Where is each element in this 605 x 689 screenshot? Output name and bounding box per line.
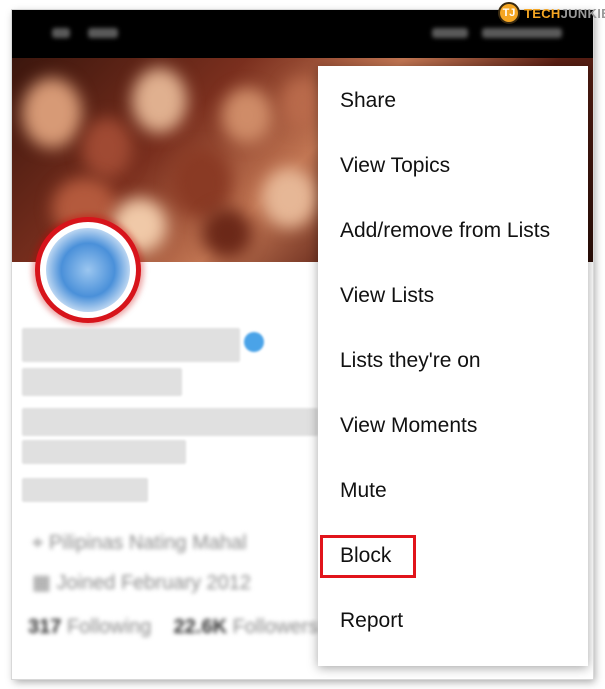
block-highlight xyxy=(320,535,416,578)
followers-count[interactable]: 22.6K xyxy=(174,616,227,638)
bio-line-blurred xyxy=(22,440,186,464)
menu-item-view-moments[interactable]: View Moments xyxy=(318,393,588,458)
handle-blurred xyxy=(22,368,182,396)
menu-item-report[interactable]: Report xyxy=(318,588,588,653)
location-icon: ⌖ xyxy=(32,532,44,554)
joined-text: Joined February 2012 xyxy=(56,572,252,594)
wifi-icon xyxy=(88,28,118,38)
menu-item-lists-theyre-on[interactable]: Lists they're on xyxy=(318,328,588,393)
menu-item-share[interactable]: Share xyxy=(318,68,588,133)
display-name-blurred xyxy=(22,328,240,362)
menu-item-mute[interactable]: Mute xyxy=(318,458,588,523)
location-row: ⌖ Pilipinas Nating Mahal xyxy=(32,532,247,555)
menu-item-view-topics[interactable]: View Topics xyxy=(318,133,588,198)
menu-item-add-remove-lists[interactable]: Add/remove from Lists xyxy=(318,198,588,263)
follow-stats: 317 Following 22.6K Followers xyxy=(28,616,318,639)
phone-screen: ⌖ Pilipinas Nating Mahal ▦ Joined Februa… xyxy=(12,10,593,679)
logo-mark-icon: TJ xyxy=(498,2,520,24)
location-text: Pilipinas Nating Mahal xyxy=(48,532,247,554)
logo-text: TECHJUNKIE xyxy=(524,5,605,21)
alarm-icon xyxy=(432,28,468,38)
joined-row: ▦ Joined February 2012 xyxy=(32,570,251,595)
signal-icon xyxy=(52,28,70,38)
overflow-menu: Share View Topics Add/remove from Lists … xyxy=(318,66,588,666)
bio-line-blurred xyxy=(22,478,148,502)
avatar-image xyxy=(46,228,130,312)
verified-badge-icon xyxy=(244,332,264,352)
bio-line-blurred xyxy=(22,408,318,436)
following-label[interactable]: Following xyxy=(67,616,151,638)
followers-label[interactable]: Followers xyxy=(233,616,319,638)
following-count[interactable]: 317 xyxy=(28,616,61,638)
menu-item-view-lists[interactable]: View Lists xyxy=(318,263,588,328)
calendar-icon: ▦ xyxy=(32,572,51,594)
techjunkie-logo: TJ TECHJUNKIE xyxy=(498,2,605,24)
battery-icon xyxy=(482,28,562,38)
avatar[interactable] xyxy=(40,222,136,318)
